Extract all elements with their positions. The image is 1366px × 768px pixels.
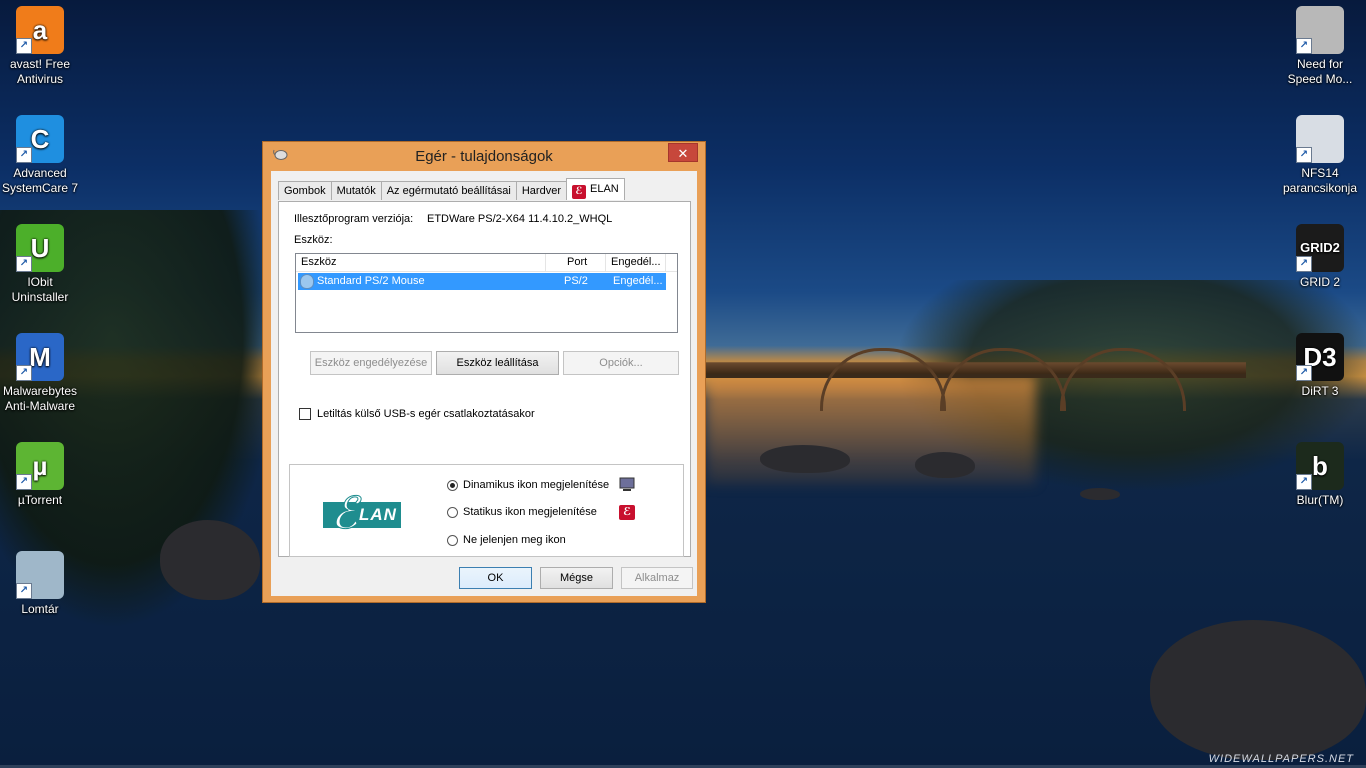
tab-strip: Gombok Mutatók Az egérmutató beállításai… (278, 178, 625, 201)
tab-mutatok[interactable]: Mutatók (330, 181, 382, 200)
left-desktop-icon[interactable]: U ↗ IObit Uninstaller (0, 224, 81, 305)
app-icon: C ↗ (16, 115, 64, 163)
elan-icon: ℰ (571, 185, 586, 199)
right-desktop-icon[interactable]: b ↗ Blur(TM) (1279, 442, 1361, 508)
elan-tab-panel: Illesztőprogram verziója: ETDWare PS/2-X… (278, 201, 691, 557)
device-name-cell: Standard PS/2 Mouse (317, 275, 425, 287)
right-desktop-icon[interactable]: D3 ↗ DiRT 3 (1279, 333, 1361, 399)
shortcut-arrow-icon: ↗ (16, 38, 32, 54)
device-label: Eszköz: (294, 234, 333, 246)
radio-static-icon-label[interactable]: Statikus ikon megjelenítése (463, 506, 597, 518)
elan-static-icon: ℰ (619, 505, 635, 520)
radio-dynamic-icon[interactable] (447, 480, 458, 491)
column-header-device[interactable]: Eszköz (296, 254, 546, 271)
wallpaper-rock (1150, 620, 1366, 760)
right-desktop-icon[interactable]: GRID2 ↗ GRID 2 (1279, 224, 1361, 290)
cancel-button[interactable]: Mégse (540, 567, 613, 589)
dialog-client-area: Gombok Mutatók Az egérmutató beállításai… (271, 171, 697, 596)
elan-logo: ℰ LAN (323, 488, 401, 540)
shortcut-arrow-icon: ↗ (16, 583, 32, 599)
desktop-icon-label: avast! Free Antivirus (9, 57, 71, 86)
column-header-port[interactable]: Port (546, 254, 606, 271)
shortcut-arrow-icon: ↗ (1296, 365, 1312, 381)
app-icon: b ↗ (1296, 442, 1344, 490)
right-desktop-icon[interactable]: ↗ NFS14 parancsikonja (1279, 115, 1361, 196)
driver-version-value: ETDWare PS/2-X64 11.4.10.2_WHQL (427, 213, 613, 225)
device-enabled-cell: Engedél... (613, 275, 663, 287)
enable-device-button[interactable]: Eszköz engedélyezése (310, 351, 432, 375)
disable-usb-label[interactable]: Letiltás külső USB-s egér csatlakoztatás… (317, 408, 535, 420)
desktop-icon-label: Malwarebytes Anti-Malware (2, 384, 78, 413)
desktop-icon-label: Need for Speed Mo... (1287, 57, 1353, 86)
column-header-enabled[interactable]: Engedél... (606, 254, 666, 271)
tab-pointer-options[interactable]: Az egérmutató beállításai (380, 181, 517, 200)
shortcut-arrow-icon: ↗ (16, 365, 32, 381)
wallpaper-rock (915, 452, 975, 478)
shortcut-arrow-icon: ↗ (1296, 256, 1312, 272)
device-port-cell: PS/2 (564, 275, 588, 287)
app-icon: ↗ (16, 551, 64, 599)
device-list-header: Eszköz Port Engedél... (296, 254, 677, 272)
shortcut-arrow-icon: ↗ (1296, 38, 1312, 54)
desktop-icon-label: Blur(TM) (1296, 493, 1344, 507)
shortcut-arrow-icon: ↗ (16, 256, 32, 272)
title-bar[interactable]: Egér - tulajdonságok ✕ (263, 142, 705, 170)
left-desktop-icon[interactable]: ↗ Lomtár (0, 551, 81, 617)
app-icon: M ↗ (16, 333, 64, 381)
disable-device-button[interactable]: Eszköz leállítása (436, 351, 559, 375)
radio-static-icon[interactable] (447, 507, 458, 518)
shortcut-arrow-icon: ↗ (1296, 474, 1312, 490)
left-desktop-icon[interactable]: C ↗ Advanced SystemCare 7 (0, 115, 81, 196)
mouse-properties-window[interactable]: Egér - tulajdonságok ✕ Gombok Mutatók Az… (262, 141, 706, 603)
window-title: Egér - tulajdonságok (415, 148, 553, 165)
wallpaper-watermark: WIDEWALLPAPERS.NET (1208, 753, 1354, 765)
shortcut-arrow-icon: ↗ (16, 474, 32, 490)
desktop-icon-label: NFS14 parancsikonja (1282, 166, 1358, 195)
desktop-icon-label: Lomtár (21, 602, 59, 616)
wallpaper-rock (160, 520, 260, 600)
apply-button[interactable]: Alkalmaz (621, 567, 693, 589)
left-desktop-icon[interactable]: M ↗ Malwarebytes Anti-Malware (0, 333, 81, 414)
right-desktop-icon[interactable]: ↗ Need for Speed Mo... (1279, 6, 1361, 87)
tab-hardver[interactable]: Hardver (515, 181, 567, 200)
elan-logo-e: ℰ (331, 488, 359, 540)
radio-dynamic-icon-label[interactable]: Dinamikus ikon megjelenítése (463, 479, 609, 491)
left-desktop-icon[interactable]: µ ↗ µTorrent (0, 442, 81, 508)
device-list[interactable]: Eszköz Port Engedél... Standard PS/2 Mou… (295, 253, 678, 333)
app-icon: ↗ (1296, 115, 1344, 163)
left-desktop-icon[interactable]: a ↗ avast! Free Antivirus (0, 6, 81, 87)
desktop-icon-label: GRID 2 (1299, 275, 1340, 289)
desktop-icon-label: DiRT 3 (1301, 384, 1339, 398)
shortcut-arrow-icon: ↗ (1296, 147, 1312, 163)
app-icon: µ ↗ (16, 442, 64, 490)
desktop-icon-label: IObit Uninstaller (11, 275, 69, 304)
disable-usb-checkbox[interactable] (299, 408, 311, 420)
mouse-device-icon (300, 274, 314, 289)
app-icon: GRID2 ↗ (1296, 224, 1344, 272)
desktop-icon-label: Advanced SystemCare 7 (1, 166, 79, 195)
app-icon: U ↗ (16, 224, 64, 272)
elan-logo-text: LAN (359, 505, 397, 524)
options-button[interactable]: Opciók... (563, 351, 679, 375)
driver-version-label: Illesztőprogram verziója: (294, 213, 414, 225)
wallpaper-rock (1080, 488, 1120, 500)
close-button[interactable]: ✕ (668, 143, 698, 162)
app-icon: D3 ↗ (1296, 333, 1344, 381)
tab-elan[interactable]: ℰ ELAN (565, 178, 625, 200)
ok-button[interactable]: OK (459, 567, 532, 589)
tab-elan-label: ELAN (589, 183, 619, 195)
shortcut-arrow-icon: ↗ (16, 147, 32, 163)
wallpaper-rock (760, 445, 850, 473)
radio-no-icon-label[interactable]: Ne jelenjen meg ikon (463, 534, 566, 546)
tab-gombok[interactable]: Gombok (278, 181, 332, 200)
app-icon: a ↗ (16, 6, 64, 54)
app-icon: ↗ (1296, 6, 1344, 54)
desktop-icon-label: µTorrent (17, 493, 63, 507)
monitor-icon (619, 477, 635, 491)
radio-no-icon[interactable] (447, 535, 458, 546)
tray-icon-group: ℰ LAN Dinamikus ikon megjelenítése Stati… (289, 464, 684, 557)
device-row-selected[interactable]: Standard PS/2 Mouse PS/2 Engedél... (298, 273, 666, 290)
